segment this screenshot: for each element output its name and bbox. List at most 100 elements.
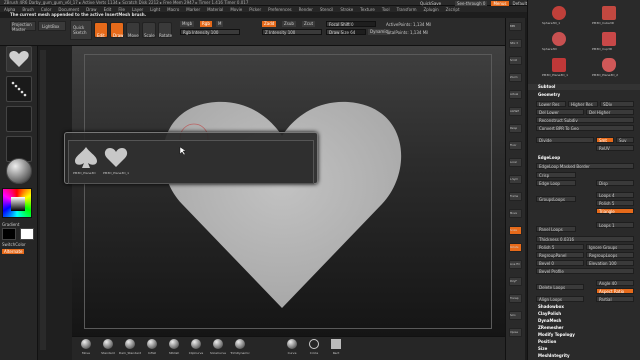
tool-thumbnail[interactable]: PM3D_Cube3D: [586, 4, 634, 28]
reuv-toggle[interactable]: ReUV: [596, 145, 634, 151]
partial-toggle[interactable]: Partial: [596, 296, 634, 302]
nav-button[interactable]: Local: [509, 158, 522, 167]
nav-button[interactable]: BPR: [509, 22, 522, 31]
zadd-button[interactable]: Zadd: [262, 21, 277, 27]
bottom-brush-item[interactable]: ClipCurve: [188, 339, 204, 356]
suv-toggle[interactable]: Suv: [616, 137, 634, 143]
subpalette-header[interactable]: ZRemesher: [528, 325, 640, 331]
subpalette-header[interactable]: Size: [528, 346, 640, 352]
bottom-brush-item[interactable]: Move: [78, 339, 94, 356]
nav-button[interactable]: Persp: [509, 124, 522, 133]
zcut-button[interactable]: Zcut: [302, 21, 316, 27]
switch-color-button[interactable]: SwitchColor: [2, 242, 26, 247]
subpalette-header[interactable]: MeshIntegrity: [528, 353, 640, 359]
nav-button[interactable]: Transp: [509, 294, 522, 303]
lightbox-button[interactable]: LightBox: [38, 21, 66, 31]
menu-item[interactable]: Light: [150, 7, 160, 12]
menu-item[interactable]: Stencil: [320, 7, 334, 12]
geometry-header[interactable]: Geometry: [528, 92, 640, 98]
tool-thumbnail[interactable]: PM3D_Plane3D_2: [586, 56, 634, 80]
edge-loop-button[interactable]: Edge Loop: [536, 180, 576, 186]
edgeloop-header[interactable]: EdgeLoop: [528, 155, 640, 161]
regroup-loops-button[interactable]: RegroupLoops: [586, 252, 634, 258]
elevation-slider[interactable]: Elevation 100: [586, 260, 634, 266]
bevel-profile-button[interactable]: Bevel Profile: [536, 268, 634, 274]
nav-button[interactable]: Move: [509, 209, 522, 218]
tool-thumbnail[interactable]: Sphere3D_1: [536, 4, 584, 28]
edit-button[interactable]: Edit: [94, 22, 108, 38]
del-lower-button[interactable]: Del Lower: [536, 109, 584, 115]
lower-res-button[interactable]: Lower Res: [536, 101, 566, 107]
popup-item-spade[interactable]: PM3D_Plane3D: [73, 145, 101, 175]
menus-button[interactable]: Menus: [491, 0, 509, 6]
nav-button[interactable]: Scale: [509, 226, 522, 235]
menu-item[interactable]: Movie: [230, 7, 242, 12]
nav-button[interactable]: Rotate: [509, 243, 522, 252]
loops2-slider[interactable]: Loops 1: [596, 222, 634, 228]
menu-item[interactable]: Picker: [249, 7, 261, 12]
menu-item[interactable]: Texture: [360, 7, 375, 12]
bottom-brush-item[interactable]: Curve: [284, 339, 300, 356]
subpalette-header[interactable]: DynaMesh: [528, 318, 640, 324]
menu-item[interactable]: Preferences: [268, 7, 292, 12]
mrgb-button[interactable]: Mrgb: [180, 21, 195, 27]
bottom-brush-item[interactable]: Circle: [306, 339, 322, 356]
bottom-brush-item[interactable]: Standard: [100, 339, 116, 356]
smt-toggle[interactable]: Smt: [596, 137, 614, 143]
tool-thumbnail[interactable]: PM3D_Plane3D_1: [536, 56, 584, 80]
secondary-color-swatch[interactable]: [2, 228, 16, 240]
focal-shift-slider[interactable]: Focal Shift 0: [326, 21, 376, 27]
rgb-button[interactable]: Rgb: [200, 21, 212, 27]
loops-slider[interactable]: Loops 4: [596, 192, 634, 198]
nav-button[interactable]: Frame: [509, 192, 522, 201]
brush-thumbnail[interactable]: [6, 46, 32, 72]
triangle-toggle[interactable]: Triangle: [596, 208, 634, 214]
zsub-button[interactable]: Zsub: [282, 21, 296, 27]
bottom-brush-item[interactable]: TrimDynamic: [230, 339, 250, 356]
bevel-slider[interactable]: Bevel 0: [536, 260, 584, 266]
edgeloop-masked-border-button[interactable]: EdgeLoop Masked Border: [536, 163, 634, 169]
menu-item[interactable]: Brush: [22, 7, 34, 12]
aspect-ratio-toggle[interactable]: Aspect Ratio: [596, 288, 634, 294]
z-intensity-slider[interactable]: Z Intensity 100: [262, 29, 322, 35]
nav-button[interactable]: SPix 3: [509, 39, 522, 48]
panel-loops-button[interactable]: Panel Loops: [536, 226, 576, 232]
draw-button[interactable]: Draw: [110, 22, 124, 38]
menu-item[interactable]: Edit: [104, 7, 112, 12]
menu-item[interactable]: Macro: [167, 7, 179, 12]
m-button[interactable]: M: [216, 21, 224, 27]
nav-button[interactable]: Solo: [509, 311, 522, 320]
menu-item[interactable]: Render: [299, 7, 313, 12]
thickness-slider[interactable]: Thickness 0.0316: [536, 236, 634, 242]
higher-res-button[interactable]: Higher Res: [568, 101, 598, 107]
main-color-swatch[interactable]: [20, 228, 34, 240]
regroup-panel-button[interactable]: RegroupPanel: [536, 252, 584, 258]
nav-button[interactable]: L.Sym: [509, 175, 522, 184]
menu-item[interactable]: Document: [58, 7, 79, 12]
menu-item[interactable]: Material: [207, 7, 223, 12]
tool-thumbnail[interactable]: Sphere3D: [536, 30, 584, 54]
popup-item-heart[interactable]: PM3D_Plane3D_1: [103, 145, 131, 175]
groups-loops-button[interactable]: GroupsLoops: [536, 196, 576, 202]
bottom-brush-item[interactable]: Inflat: [144, 339, 160, 356]
see-through-slider[interactable]: See-through 0: [455, 0, 488, 6]
convert-bpr-button[interactable]: Convert BPR To Geo: [536, 125, 634, 131]
material-sphere-icon[interactable]: [6, 158, 32, 184]
reconstruct-subdiv-button[interactable]: Reconstruct Subdiv: [536, 117, 634, 123]
subpalette-header[interactable]: Modify Topology: [528, 332, 640, 338]
menu-item[interactable]: Transform: [397, 7, 417, 12]
polish-slider[interactable]: Polish 5: [596, 200, 634, 206]
rotate-button[interactable]: Rotate: [158, 22, 172, 38]
quicksave-button[interactable]: QuickSave: [420, 1, 441, 6]
disp-button[interactable]: Disp: [596, 180, 634, 186]
alpha-thumbnail[interactable]: [6, 106, 32, 132]
menu-item[interactable]: Alpha: [4, 7, 15, 12]
nav-button[interactable]: Xpose: [509, 328, 522, 337]
bottom-brush-item[interactable]: hPolish: [166, 339, 182, 356]
bottom-brush-item[interactable]: SliceCurve: [210, 339, 226, 356]
polish2-slider[interactable]: Polish 5: [536, 244, 584, 250]
subpalette-header[interactable]: Position: [528, 339, 640, 345]
nav-button[interactable]: Zoom: [509, 73, 522, 82]
scale-button[interactable]: Scale: [142, 22, 156, 38]
menu-item[interactable]: Color: [41, 7, 51, 12]
